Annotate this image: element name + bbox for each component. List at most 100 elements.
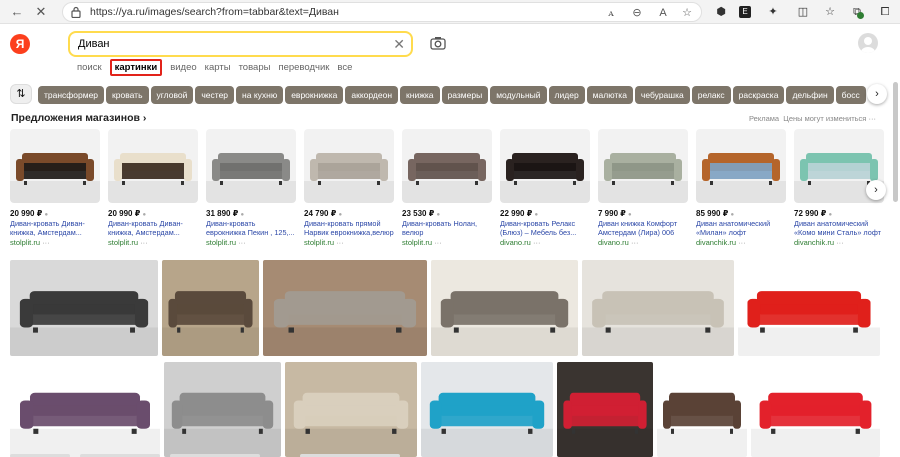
product-card[interactable]: 31 890 ₽ ● Диван-кровать еврокнижка Пекин… <box>206 129 296 247</box>
chip[interactable]: релакс <box>691 86 731 104</box>
image-result[interactable] <box>421 362 553 457</box>
product-name[interactable]: Диван анатомический «Милан» лофт <box>696 219 786 237</box>
product-shop[interactable]: stolplit.ru ··· <box>10 238 100 247</box>
image-result[interactable] <box>431 260 578 356</box>
product-card[interactable]: 20 990 ₽ ● Диван-кровать Диван-книжка, Ам… <box>10 129 100 247</box>
product-image[interactable] <box>402 129 492 203</box>
chip[interactable]: модульный <box>490 86 547 104</box>
chip[interactable]: лидер <box>548 86 585 104</box>
product-name[interactable]: Диван книжка Комфорт Амстердам (Лира) 00… <box>598 219 688 237</box>
product-name[interactable]: Диван-кровать прямой Нарвик еврокнижка,в… <box>304 219 394 237</box>
tab-translator[interactable]: переводчик <box>278 62 329 73</box>
image-result[interactable] <box>557 362 653 457</box>
chip[interactable]: честер <box>195 86 235 104</box>
product-shop[interactable]: divanchik.ru ··· <box>696 238 786 247</box>
chips-next-arrow-icon[interactable]: › <box>867 84 887 104</box>
service-tabs: поиск картинки видео карты товары переводчик в… <box>77 59 360 78</box>
filter-settings-button[interactable]: ⇅ <box>10 84 32 104</box>
chip[interactable]: трансформер <box>38 86 105 104</box>
tab-images[interactable]: картинки <box>109 59 163 76</box>
chip[interactable]: книжка <box>400 86 440 104</box>
product-card[interactable]: 24 790 ₽ ● Диван-кровать прямой Нарвик ев… <box>304 129 394 247</box>
split-screen-icon[interactable]: ◫ <box>795 4 811 20</box>
product-card[interactable]: 20 990 ₽ ● Диван-кровать Диван-книжка, Ам… <box>108 129 198 247</box>
shield-icon[interactable]: ⬢ <box>713 4 729 20</box>
page-scrollbar[interactable] <box>893 82 898 202</box>
chip[interactable]: босс <box>835 86 866 104</box>
tab-products[interactable]: товары <box>239 62 271 73</box>
chip[interactable]: малютка <box>586 86 633 104</box>
image-result[interactable] <box>582 260 734 356</box>
product-name[interactable]: Диван-кровать еврокнижка Пекин , 125,... <box>206 219 296 237</box>
shop-offers-title[interactable]: Предложения магазинов › <box>11 112 146 124</box>
product-shop[interactable]: stolplit.ru ··· <box>304 238 394 247</box>
lock-icon <box>71 6 81 18</box>
chip[interactable]: чебурашка <box>634 86 690 104</box>
chip[interactable]: на кухню <box>236 86 284 104</box>
chip[interactable]: кровать <box>106 86 149 104</box>
camera-search-icon[interactable] <box>430 36 446 50</box>
chip[interactable]: дельфин <box>786 86 834 104</box>
product-image[interactable] <box>108 129 198 203</box>
product-card[interactable]: 22 990 ₽ ● Диван-кровать Релакс (Блюз) – … <box>500 129 590 247</box>
product-name[interactable]: Диван-кровать Диван-книжка, Амстердам... <box>108 219 198 237</box>
product-card[interactable]: 7 990 ₽ ● Диван книжка Комфорт Амстердам … <box>598 129 688 247</box>
image-result[interactable] <box>657 362 747 457</box>
address-bar[interactable]: https://ya.ru/images/search?from=tabbar&… <box>62 2 702 22</box>
product-shop[interactable]: divano.ru ··· <box>500 238 590 247</box>
search-box[interactable]: Диван ✕ <box>68 31 413 57</box>
chip[interactable]: аккордеон <box>345 86 399 104</box>
clear-icon[interactable]: ✕ <box>393 36 405 52</box>
product-image[interactable] <box>500 129 590 203</box>
product-image[interactable] <box>10 129 100 203</box>
product-card[interactable]: 23 530 ₽ ● Диван-кровать Нолан, велюр stol… <box>402 129 492 247</box>
tab-maps[interactable]: карты <box>205 62 231 73</box>
product-shop[interactable]: stolplit.ru ··· <box>402 238 492 247</box>
product-image[interactable] <box>696 129 786 203</box>
chip[interactable]: угловой <box>150 86 194 104</box>
product-image[interactable] <box>304 129 394 203</box>
yandex-logo[interactable]: Я <box>10 34 30 54</box>
product-name[interactable]: Диван-кровать Нолан, велюр <box>402 219 492 237</box>
product-shop[interactable]: stolplit.ru ··· <box>206 238 296 247</box>
image-result[interactable] <box>285 362 417 457</box>
product-card[interactable]: 85 990 ₽ ● Диван анатомический «Милан» ло… <box>696 129 786 247</box>
image-result[interactable] <box>10 362 160 457</box>
avatar[interactable] <box>858 33 878 53</box>
product-price: 23 530 ₽ ● <box>402 209 441 218</box>
image-result[interactable] <box>10 260 158 356</box>
translate-icon[interactable]: ꭺ <box>603 5 619 21</box>
product-image[interactable] <box>206 129 296 203</box>
image-result[interactable] <box>162 260 259 356</box>
product-shop[interactable]: divanchik.ru ··· <box>794 238 884 247</box>
product-image[interactable] <box>598 129 688 203</box>
product-carousel: 20 990 ₽ ● Диван-кровать Диван-книжка, Ам… <box>10 129 890 249</box>
image-result[interactable] <box>738 260 880 356</box>
tab-video[interactable]: видео <box>170 62 196 73</box>
image-result[interactable] <box>164 362 281 457</box>
read-aloud-icon[interactable]: A <box>655 5 671 21</box>
chip[interactable]: раскраска <box>732 86 785 104</box>
back-icon[interactable]: ← <box>8 3 26 21</box>
favorites-icon[interactable]: ☆ <box>822 4 838 20</box>
close-icon[interactable]: ✕ <box>32 3 50 21</box>
chip[interactable]: размеры <box>441 86 489 104</box>
favorite-star-icon[interactable]: ☆ <box>679 5 695 21</box>
image-result[interactable] <box>751 362 880 457</box>
related-chips: трансформер кровать угловой честер на кухню е… <box>38 85 868 104</box>
product-name[interactable]: Диван анатомический «Комо мини Сталь» ло… <box>794 219 884 237</box>
extensions-puzzle-icon[interactable]: ✦ <box>765 4 781 20</box>
menu-icon[interactable]: ⧠ <box>877 4 893 20</box>
product-name[interactable]: Диван-кровать Диван-книжка, Амстердам... <box>10 219 100 237</box>
zoom-icon[interactable]: ⊖ <box>629 5 645 21</box>
image-result[interactable] <box>263 260 427 356</box>
search-input[interactable]: Диван <box>78 38 110 50</box>
chip[interactable]: еврокнижка <box>285 86 344 104</box>
tab-all[interactable]: все <box>337 62 352 73</box>
product-shop[interactable]: divano.ru ··· <box>598 238 688 247</box>
tab-search[interactable]: поиск <box>77 62 102 73</box>
product-shop[interactable]: stolplit.ru ··· <box>108 238 198 247</box>
products-next-arrow-icon[interactable]: › <box>866 180 886 200</box>
extension-icon[interactable]: E <box>739 6 751 18</box>
product-name[interactable]: Диван-кровать Релакс (Блюз) – Мебель без… <box>500 219 590 237</box>
